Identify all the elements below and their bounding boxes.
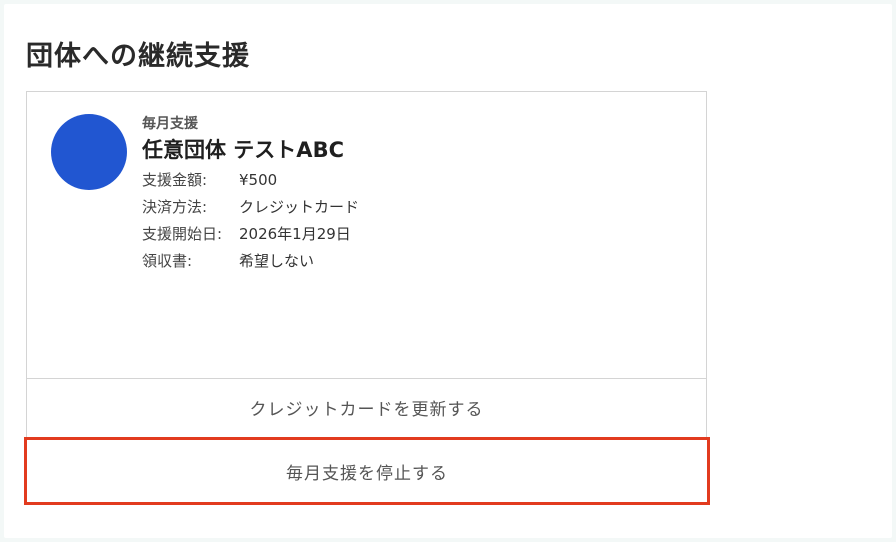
detail-label: 決済方法:	[142, 198, 208, 216]
organization-avatar	[51, 114, 127, 190]
update-credit-card-button[interactable]: クレジットカードを更新する	[27, 378, 706, 436]
detail-row-amount: 支援金額: ¥500	[142, 167, 682, 194]
detail-value: 希望しない	[239, 252, 315, 270]
detail-value: 2026年1月29日	[239, 225, 351, 243]
detail-row-start-date: 支援開始日: 2026年1月29日	[142, 221, 682, 248]
organization-name: 任意団体 テストABC	[142, 138, 344, 162]
section-title: 団体への継続支援	[26, 41, 250, 72]
detail-row-payment-method: 決済方法: クレジットカード	[142, 194, 682, 221]
detail-label: 支援開始日:	[142, 225, 223, 243]
detail-value: クレジットカード	[239, 198, 360, 216]
stop-monthly-support-button[interactable]: 毎月支援を停止する	[24, 437, 710, 505]
page-frame: 団体への継続支援 毎月支援 任意団体 テストABC 支援金額: ¥500 決済方…	[4, 4, 892, 538]
subscription-info: 毎月支援 任意団体 テストABC 支援金額: ¥500 決済方法: クレジットカ…	[142, 114, 682, 275]
detail-row-receipt: 領収書: 希望しない	[142, 248, 682, 275]
detail-label: 領収書:	[142, 252, 193, 270]
subscription-details: 支援金額: ¥500 決済方法: クレジットカード 支援開始日: 2026年1月…	[142, 167, 682, 275]
detail-value: ¥500	[239, 171, 278, 189]
detail-label: 支援金額:	[142, 171, 208, 189]
subscription-kind: 毎月支援	[142, 116, 198, 132]
